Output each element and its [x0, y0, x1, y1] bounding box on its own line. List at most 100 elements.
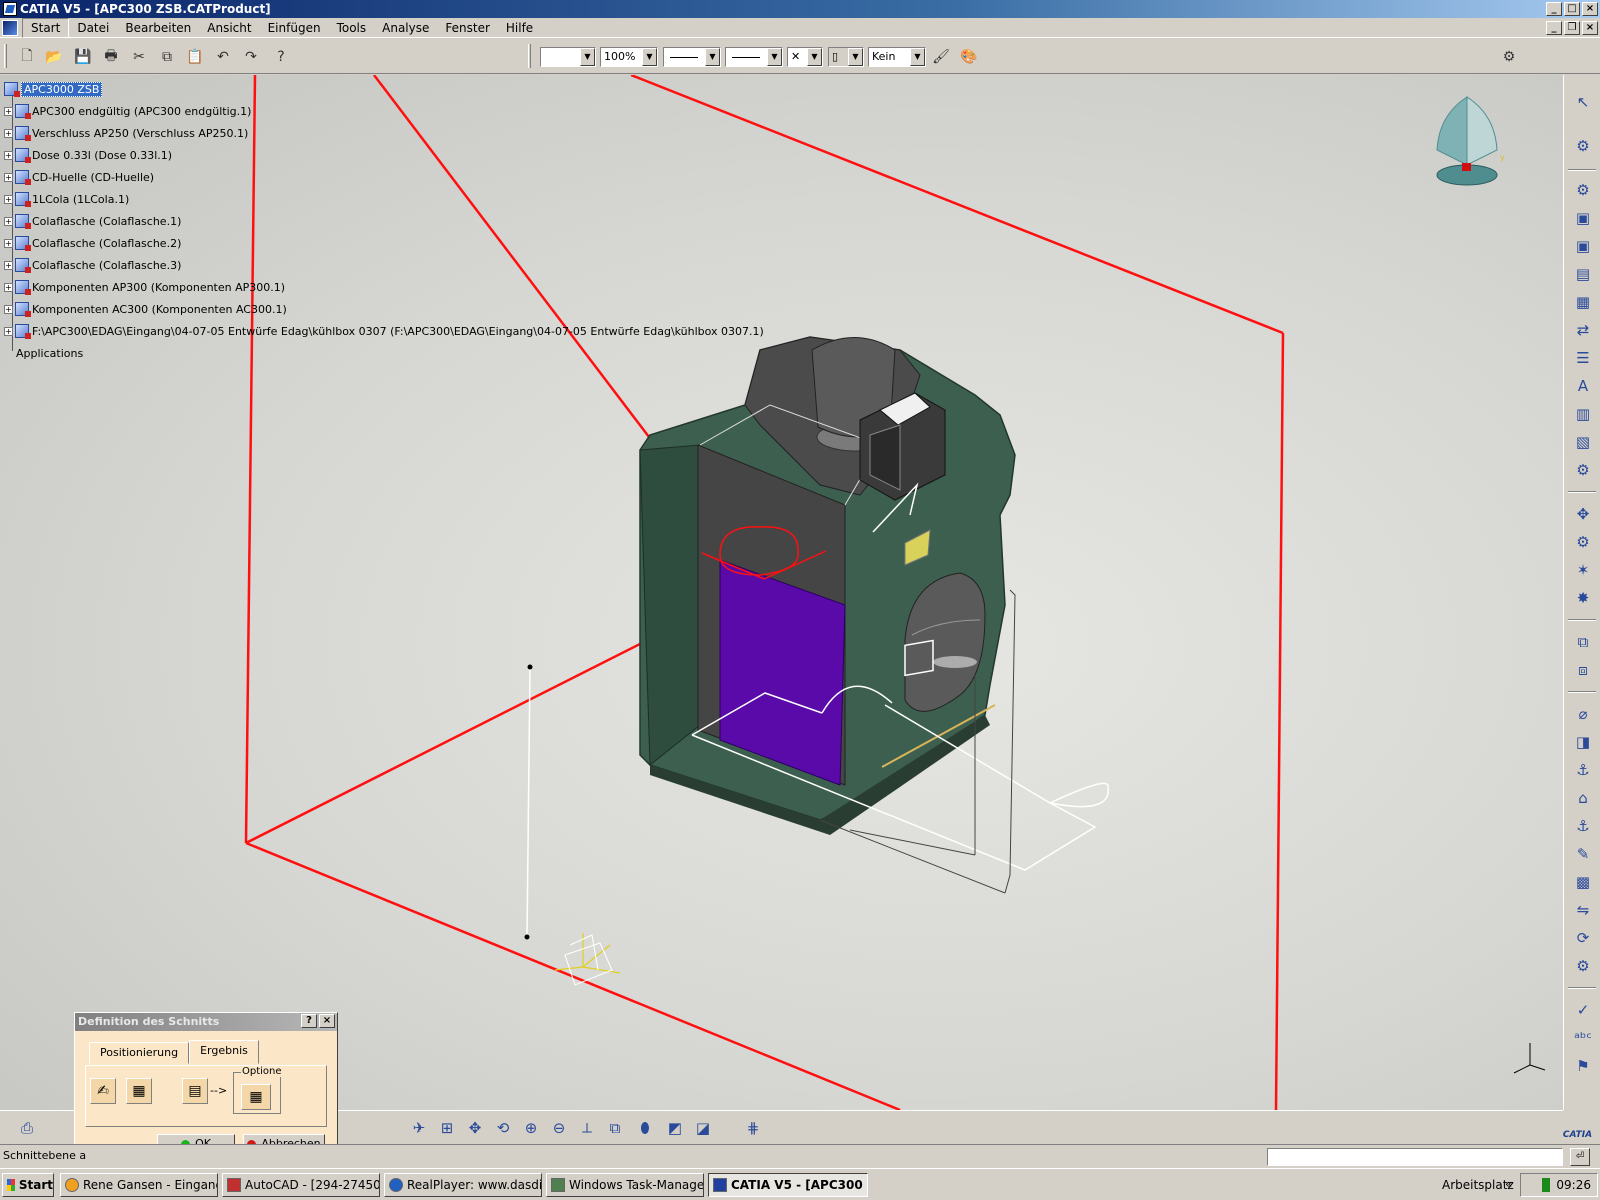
minimize-button[interactable]: _ [1546, 2, 1562, 16]
undo-icon[interactable]: ↶ [212, 46, 234, 68]
tray-expand-icon[interactable]: « [1505, 1177, 1512, 1191]
tree-item-cd-huelle[interactable]: + CD-Huelle (CD-Huelle) [4, 167, 154, 187]
zoom-out-icon[interactable]: ⊖ [548, 1117, 570, 1139]
expand-icon[interactable]: + [4, 282, 13, 292]
power-input-field[interactable] [1267, 1148, 1563, 1166]
tree-root[interactable]: APC3000 ZSB [4, 79, 103, 99]
tools-options-icon[interactable]: ⚙ [1498, 46, 1520, 68]
menu-ansicht[interactable]: Ansicht [199, 19, 259, 37]
manipulation-icon[interactable]: ✥ [1572, 503, 1594, 525]
stop-manipulate-on-clash-icon[interactable]: ✸ [1572, 587, 1594, 609]
tab-ergebnis[interactable]: Ergebnis [189, 1040, 259, 1064]
expand-icon[interactable]: + [4, 106, 13, 116]
flag-note-icon[interactable]: ⚑ [1572, 1055, 1594, 1077]
3d-viewport[interactable]: y APC3000 ZSB + APC300 endgültig (APC300… [0, 75, 1563, 1110]
clock[interactable]: 09:26 [1556, 1178, 1591, 1192]
tree-item-komponenten-ac300[interactable]: + Komponenten AC300 (Komponenten AC300.1… [4, 299, 287, 319]
point-type-combo[interactable]: ✕ ▼ [787, 47, 823, 67]
print-icon[interactable]: 🖶 [100, 46, 122, 68]
expand-icon[interactable]: + [4, 172, 13, 182]
transparency-combo[interactable]: 100% ▼ [600, 47, 658, 67]
taskbar-item-autocad[interactable]: AutoCAD - [294-274500-... [222, 1173, 380, 1197]
cut-icon[interactable]: ✂ [128, 46, 150, 68]
flexible-subassembly-icon[interactable]: ✎ [1572, 843, 1594, 865]
doc-restore-button[interactable]: ❐ [1564, 21, 1580, 35]
tree-item-colaflasche-3[interactable]: + Colaflasche (Colaflasche.3) [4, 255, 181, 275]
tree-item-komponenten-ap300[interactable]: + Komponenten AP300 (Komponenten AP300.1… [4, 277, 285, 297]
line-type-combo[interactable]: ▼ [725, 47, 783, 67]
select-arrow-icon[interactable]: ↖ [1572, 91, 1594, 113]
doc-minimize-button[interactable]: _ [1546, 21, 1562, 35]
menu-einfuegen[interactable]: Einfügen [260, 19, 329, 37]
catia-app-icon[interactable] [3, 2, 17, 16]
fix-together-icon[interactable]: ⌂ [1572, 787, 1594, 809]
navigation-compass[interactable]: y [1436, 96, 1505, 186]
open-folder-icon[interactable]: 📂 [43, 46, 65, 68]
maximize-button[interactable]: □ [1564, 2, 1580, 16]
sketch-icon[interactable]: ⎙ [16, 1117, 38, 1139]
angle-constraint-icon[interactable]: ◨ [1572, 731, 1594, 753]
taskbar-item-catia[interactable]: CATIA V5 - [APC300 Z... [708, 1173, 868, 1197]
whats-this-help-icon[interactable]: ? [270, 46, 292, 68]
dialog-help-button[interactable]: ? [301, 1014, 317, 1028]
start-button[interactable]: Start [2, 1173, 54, 1197]
format-painter-icon[interactable]: 🖌 [930, 46, 952, 68]
contact-constraint-icon[interactable]: ⧈ [1572, 659, 1594, 681]
command-button[interactable]: ⏎ [1570, 1148, 1590, 1166]
taskbar-item-realplayer[interactable]: RealPlayer: www.dasdin... [384, 1173, 542, 1197]
expand-icon[interactable]: + [4, 150, 13, 160]
manage-representations-icon[interactable]: ▧ [1572, 431, 1594, 453]
paste-icon[interactable]: 📋 [184, 46, 206, 68]
swap-visible-space-icon[interactable]: ◪ [692, 1117, 714, 1139]
tree-item-apc300[interactable]: + APC300 endgültig (APC300 endgültig.1) [4, 101, 251, 121]
new-file-icon[interactable]: 🗋 [16, 46, 38, 68]
snap-icon[interactable]: ⚙ [1572, 531, 1594, 553]
document-icon[interactable] [2, 19, 18, 36]
tree-item-verschluss[interactable]: + Verschluss AP250 (Verschluss AP250.1) [4, 123, 248, 143]
toolbar-grip[interactable] [528, 44, 531, 68]
insert-product-icon[interactable]: ▣ [1572, 235, 1594, 257]
annotation-icon[interactable]: ✓ [1572, 999, 1594, 1021]
color-combo[interactable]: ▼ [540, 47, 596, 67]
line-thickness-combo[interactable]: ▼ [663, 47, 721, 67]
pan-icon[interactable]: ✥ [464, 1117, 486, 1139]
options-grid-icon[interactable]: ▦ [241, 1084, 271, 1110]
shading-view-icon[interactable]: ⬮ [634, 1117, 656, 1139]
rendering-style-combo[interactable]: ▯ ▼ [828, 47, 864, 67]
taskbar-item-task-manager[interactable]: Windows Task-Manager [546, 1173, 704, 1197]
fix-component-icon[interactable]: ⚓ [1572, 759, 1594, 781]
menu-tools[interactable]: Tools [329, 19, 375, 37]
menu-fenster[interactable]: Fenster [437, 19, 498, 37]
coincidence-constraint-icon[interactable]: ⧉ [1572, 631, 1594, 653]
menu-analyse[interactable]: Analyse [374, 19, 437, 37]
redo-icon[interactable]: ↷ [240, 46, 262, 68]
replace-component-icon[interactable]: ⇄ [1572, 319, 1594, 341]
expand-icon[interactable]: + [4, 194, 13, 204]
explode-icon[interactable]: ✶ [1572, 559, 1594, 581]
normal-view-icon[interactable]: ⟂ [576, 1117, 598, 1139]
tree-item-kuehlbox[interactable]: + F:\APC300\EDAG\Eingang\04-07-05 Entwür… [4, 321, 764, 341]
tree-item-1lcola[interactable]: + 1LCola (1LCola.1) [4, 189, 129, 209]
cooler-box-model[interactable] [639, 336, 1016, 835]
expand-icon[interactable]: + [4, 304, 13, 314]
generate-numbering-icon[interactable]: A [1572, 375, 1594, 397]
update-icon[interactable]: ⟳ [1572, 927, 1594, 949]
section-result-icon[interactable]: ✍ [90, 1078, 116, 1104]
vertex-point[interactable] [524, 934, 530, 940]
zoom-in-icon[interactable]: ⊕ [520, 1117, 542, 1139]
menu-hilfe[interactable]: Hilfe [498, 19, 541, 37]
assembly-constraint-icon[interactable]: ⚙ [1572, 179, 1594, 201]
change-constraint-icon[interactable]: ▩ [1572, 871, 1594, 893]
rotate-icon[interactable]: ⟲ [492, 1117, 514, 1139]
fly-mode-icon[interactable]: ✈ [408, 1117, 430, 1139]
doc-close-button[interactable]: × [1582, 21, 1598, 35]
3d-scene[interactable]: y [0, 75, 1563, 1110]
layer-combo[interactable]: Kein ▼ [868, 47, 926, 67]
taskbar-item-mail[interactable]: Rene Gansen - Eingang -... [60, 1173, 218, 1197]
tree-item-dose[interactable]: + Dose 0.33l (Dose 0.33l.1) [4, 145, 172, 165]
close-button[interactable]: × [1582, 2, 1598, 16]
expand-icon[interactable]: + [4, 216, 13, 226]
graph-tree-reordering-icon[interactable]: ☰ [1572, 347, 1594, 369]
hide-show-icon[interactable]: ◩ [664, 1117, 686, 1139]
quick-view-icon[interactable]: ⧉ [604, 1117, 626, 1139]
